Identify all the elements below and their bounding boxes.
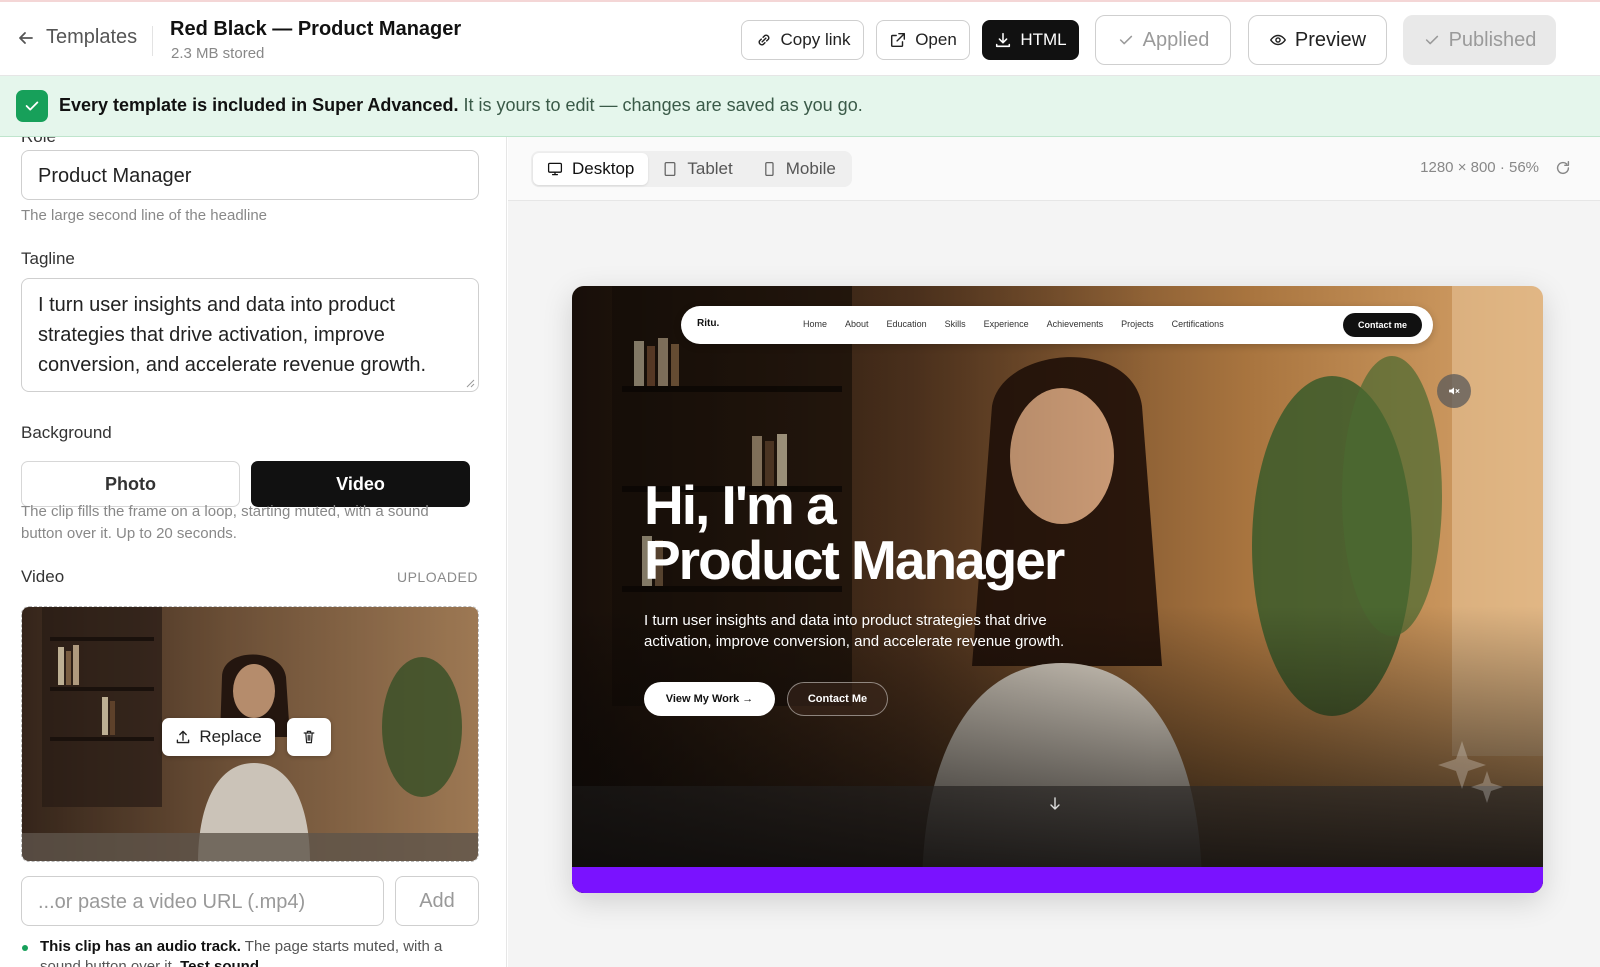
hero-headline: Hi, I'm a Product Manager xyxy=(644,474,1065,591)
nav-about[interactable]: About xyxy=(845,319,869,329)
nav-skills[interactable]: Skills xyxy=(945,319,966,329)
back-label: Templates xyxy=(46,26,138,48)
nav-achievements[interactable]: Achievements xyxy=(1047,319,1104,329)
view-work-label: View My Work → xyxy=(665,693,754,705)
mute-toggle[interactable] xyxy=(1437,374,1471,408)
video-url-input[interactable]: ...or paste a video URL (.mp4) xyxy=(21,876,384,926)
video-status: UPLOADED xyxy=(396,569,478,585)
upload-icon xyxy=(177,730,190,744)
tab-tablet-label: Tablet xyxy=(687,159,733,178)
replace-label: Replace xyxy=(199,727,262,746)
tab-desktop[interactable]: Desktop xyxy=(533,153,649,185)
banner-message: Every template is included in Super Adva… xyxy=(59,95,863,116)
test-sound-link[interactable]: Test sound xyxy=(180,958,259,967)
hero-contact-label: Contact Me xyxy=(807,693,868,705)
preview-button[interactable]: Preview xyxy=(1248,15,1387,65)
scroll-down-icon[interactable] xyxy=(1047,796,1063,812)
background-label: Background xyxy=(21,423,112,442)
site-nav-links: Home About Education Skills Experience A… xyxy=(803,319,1224,329)
audio-note-bold: This clip has an audio track. xyxy=(40,938,241,955)
document-title: Red Black — Product Manager xyxy=(170,18,462,40)
back-to-templates[interactable]: Templates xyxy=(16,26,137,49)
banner-rest: It is yours to edit — changes are saved … xyxy=(463,95,863,115)
viewport-dimensions: 1280 × 800 · 56% xyxy=(1420,159,1539,176)
eye-icon xyxy=(1269,34,1286,46)
video-thumbnail: Replace xyxy=(21,606,479,862)
tagline-value: I turn user insights and data into produ… xyxy=(38,294,427,376)
tab-tablet[interactable]: Tablet xyxy=(648,153,746,185)
site-preview: Ritu. Home About Education Skills Experi… xyxy=(572,286,1543,893)
audio-note: This clip has an audio track. The page s… xyxy=(40,937,480,967)
success-check-icon xyxy=(16,90,48,122)
hero-contact-button[interactable]: Contact Me xyxy=(787,682,888,716)
tab-mobile[interactable]: Mobile xyxy=(747,153,850,185)
hero-line-2: Product Manager xyxy=(644,529,1065,591)
banner-bold: Every template is included in Super Adva… xyxy=(59,95,459,115)
html-download-button[interactable]: HTML xyxy=(982,20,1079,60)
open-label: Open xyxy=(915,30,957,49)
applied-label: Applied xyxy=(1142,28,1210,51)
role-input[interactable]: Product Manager xyxy=(21,150,479,200)
arrow-left-icon xyxy=(19,31,33,44)
delete-video-button[interactable] xyxy=(287,718,331,756)
hero-line-1: Hi, I'm a xyxy=(644,474,837,536)
add-url-button[interactable]: Add xyxy=(395,876,479,926)
preview-label: Preview xyxy=(1294,28,1367,51)
resize-handle-icon[interactable] xyxy=(465,378,475,388)
open-button[interactable]: Open xyxy=(876,20,970,60)
video-label: Video xyxy=(21,567,65,586)
editor-panel: Role Product Manager The large second li… xyxy=(0,137,507,967)
view-work-button[interactable]: View My Work → xyxy=(644,682,775,716)
refresh-icon[interactable] xyxy=(1554,159,1572,177)
copy-link-button[interactable]: Copy link xyxy=(741,20,864,60)
accent-bar xyxy=(572,867,1543,893)
role-value: Product Manager xyxy=(38,165,192,187)
site-brand[interactable]: Ritu. xyxy=(697,318,719,329)
nav-projects[interactable]: Projects xyxy=(1121,319,1154,329)
nav-experience[interactable]: Experience xyxy=(984,319,1029,329)
video-url-placeholder: ...or paste a video URL (.mp4) xyxy=(38,891,306,913)
tablet-icon xyxy=(664,161,676,177)
check-icon xyxy=(1425,35,1438,45)
device-tabs: Desktop Tablet Mobile xyxy=(531,151,852,187)
divider xyxy=(152,26,153,56)
add-label: Add xyxy=(419,889,455,912)
info-banner: Every template is included in Super Adva… xyxy=(0,76,1600,137)
bg-photo-label: Photo xyxy=(105,473,156,494)
nav-home[interactable]: Home xyxy=(803,319,827,329)
tagline-label: Tagline xyxy=(21,249,75,268)
role-label: Role xyxy=(21,137,56,147)
published-button[interactable]: Published xyxy=(1403,15,1556,65)
top-bar: Templates Red Black — Product Manager 2.… xyxy=(0,0,1600,76)
site-navbar: Ritu. Home About Education Skills Experi… xyxy=(681,306,1433,344)
preview-area: Desktop Tablet Mobile 1280 × 800 · 56% R… xyxy=(508,137,1600,967)
monitor-icon xyxy=(547,162,563,176)
phone-icon xyxy=(764,161,774,177)
html-label: HTML xyxy=(1020,30,1067,49)
link-icon xyxy=(758,34,769,46)
audio-status-dot xyxy=(22,945,28,951)
nav-certifications[interactable]: Certifications xyxy=(1172,319,1224,329)
published-label: Published xyxy=(1448,28,1537,51)
nav-contact-button[interactable]: Contact me xyxy=(1342,313,1422,337)
applied-button[interactable]: Applied xyxy=(1095,15,1231,65)
nav-education[interactable]: Education xyxy=(887,319,927,329)
role-hint: The large second line of the headline xyxy=(21,207,268,224)
storage-size: 2.3 MB stored xyxy=(171,45,265,62)
replace-video-button[interactable]: Replace xyxy=(162,718,275,756)
tab-mobile-label: Mobile xyxy=(785,159,836,178)
background-hint: The clip fills the frame on a loop, star… xyxy=(21,503,429,542)
tab-desktop-label: Desktop xyxy=(572,159,635,178)
speaker-muted-icon xyxy=(1449,387,1460,395)
bg-video-label: Video xyxy=(336,473,385,494)
tagline-textarea[interactable]: I turn user insights and data into produ… xyxy=(21,278,479,392)
check-icon xyxy=(1119,35,1132,45)
preview-toolbar: Desktop Tablet Mobile 1280 × 800 · 56% xyxy=(508,137,1600,201)
trash-icon xyxy=(303,730,315,744)
hero-tagline: I turn user insights and data into produ… xyxy=(644,612,1065,650)
external-link-icon xyxy=(891,32,906,48)
download-icon xyxy=(996,32,1011,48)
copy-link-label: Copy link xyxy=(780,30,851,49)
